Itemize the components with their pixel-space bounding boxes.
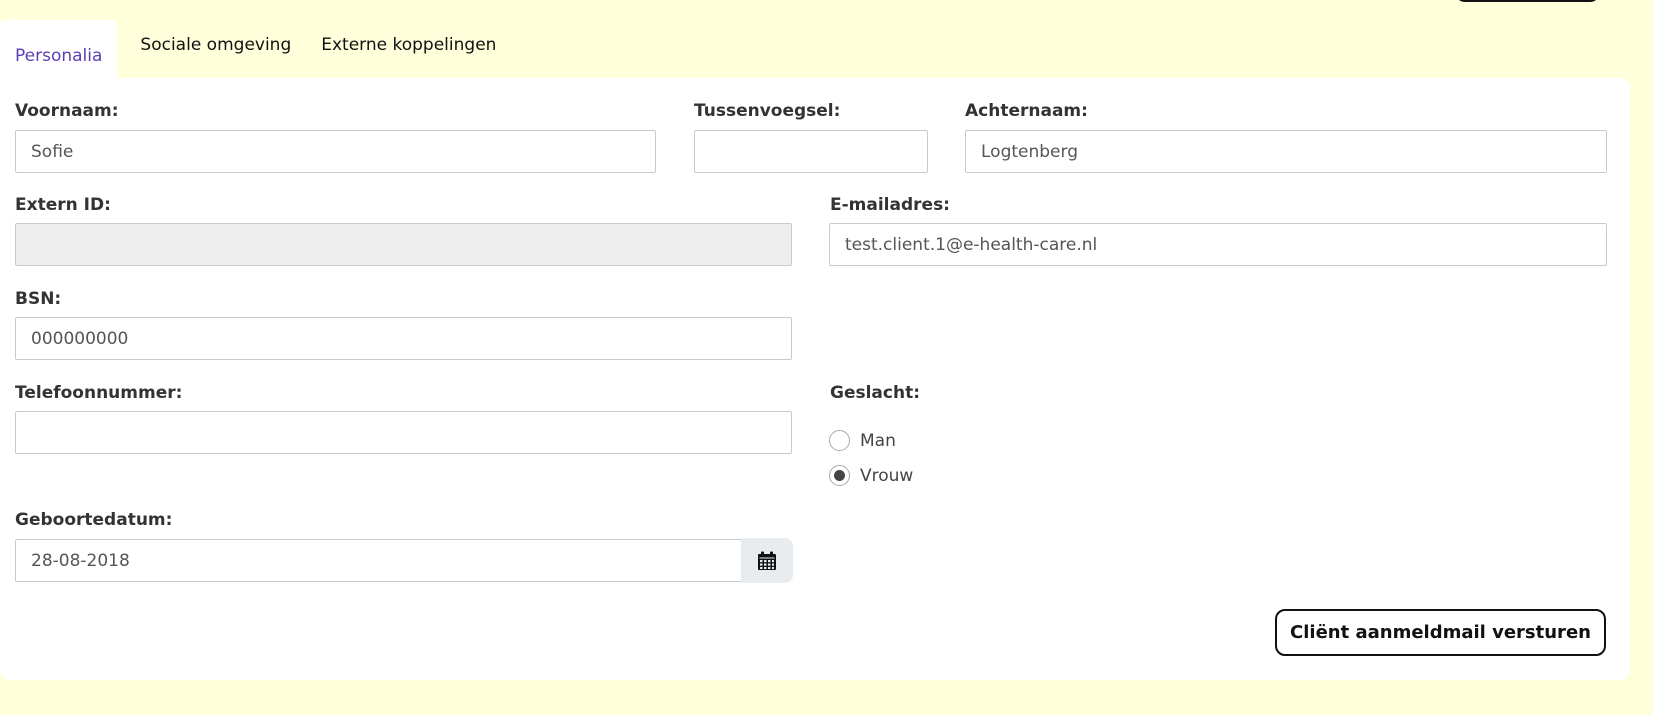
email-label: E-mailadres: xyxy=(830,195,950,215)
calendar-icon xyxy=(758,551,776,570)
tab-personalia[interactable]: Personalia xyxy=(0,20,118,79)
radio-man[interactable] xyxy=(829,430,850,451)
send-registration-mail-button[interactable]: Cliënt aanmeldmail versturen xyxy=(1275,609,1606,656)
achternaam-label: Achternaam: xyxy=(965,101,1088,121)
tab-bar: Personalia Sociale omgeving Externe kopp… xyxy=(0,20,511,79)
geboortedatum-input[interactable]: 28-08-2018 xyxy=(15,539,742,582)
email-input[interactable]: test.client.1@e-health-care.nl xyxy=(829,223,1607,266)
geslacht-label: Geslacht: xyxy=(830,383,921,403)
extern-id-input xyxy=(15,223,792,266)
page: Personalia Sociale omgeving Externe kopp… xyxy=(0,0,1653,715)
extern-id-label: Extern ID: xyxy=(15,195,111,215)
telefoon-input[interactable] xyxy=(15,411,792,454)
geboortedatum-label: Geboortedatum: xyxy=(15,510,173,530)
calendar-button[interactable] xyxy=(741,538,793,583)
geslacht-option-man[interactable]: Man xyxy=(829,430,896,451)
tab-externe-koppelingen[interactable]: Externe koppelingen xyxy=(306,20,511,79)
bsn-input[interactable]: 000000000 xyxy=(15,317,792,360)
geslacht-option-vrouw[interactable]: Vrouw xyxy=(829,465,913,486)
achternaam-input[interactable]: Logtenberg xyxy=(965,130,1607,173)
voornaam-input[interactable]: Sofie xyxy=(15,130,656,173)
radio-vrouw-label: Vrouw xyxy=(860,465,914,486)
tab-sociale-omgeving[interactable]: Sociale omgeving xyxy=(125,20,306,79)
top-button-edge[interactable] xyxy=(1455,0,1600,2)
telefoon-label: Telefoonnummer: xyxy=(15,383,183,403)
personalia-form-card: Voornaam: Sofie Tussenvoegsel: Achternaa… xyxy=(0,78,1630,680)
bsn-label: BSN: xyxy=(15,289,62,309)
tussenvoegsel-input[interactable] xyxy=(694,130,928,173)
radio-man-label: Man xyxy=(860,430,896,451)
voornaam-label: Voornaam: xyxy=(15,101,119,121)
tussenvoegsel-label: Tussenvoegsel: xyxy=(694,101,841,121)
radio-vrouw[interactable] xyxy=(829,465,850,486)
